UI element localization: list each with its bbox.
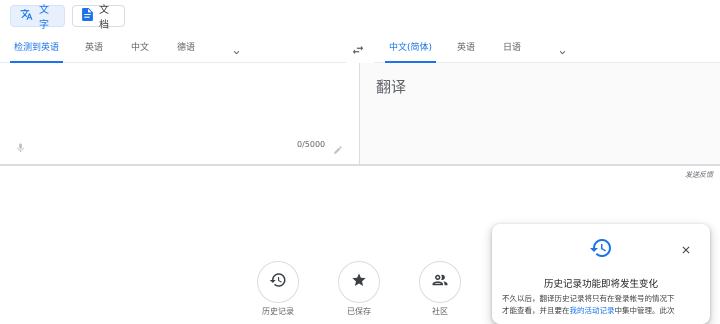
swap-languages-icon[interactable] xyxy=(351,42,365,61)
source-language-bar: 检测到英语 英语 中文 德语 xyxy=(0,35,346,63)
target-lang-tab-english[interactable]: 英语 xyxy=(457,35,475,62)
text-mode-button[interactable]: 文字 xyxy=(10,5,65,31)
popup-line-2-suffix: 中集中管理。此次 xyxy=(614,306,675,315)
source-lang-tab-detected[interactable]: 检测到英语 xyxy=(9,35,64,63)
translate-icon xyxy=(20,8,33,24)
history-icon xyxy=(589,236,613,264)
mode-bar: 文字 文档 xyxy=(0,0,720,34)
translation-placeholder: 翻译 xyxy=(376,78,407,96)
history-change-notice: 历史记录功能即将发生变化 不久以后，翻译历史记录将只有在登录帐号的情况下 才能查… xyxy=(492,224,710,324)
history-icon xyxy=(269,271,287,293)
character-count: 0/5000 xyxy=(297,140,326,149)
chevron-down-icon[interactable] xyxy=(557,43,568,62)
popup-body: 不久以后，翻译历史记录将只有在登录帐号的情况下 才能查看，并且要在我的活动记录中… xyxy=(502,293,702,317)
document-icon xyxy=(82,8,93,24)
star-icon xyxy=(351,272,367,292)
send-feedback-link[interactable]: 发送反馈 xyxy=(685,170,713,180)
community-button[interactable] xyxy=(419,261,461,303)
community-icon xyxy=(431,271,449,293)
translation-output-area xyxy=(360,63,720,164)
target-language-bar: 中文(简体) 英语 日语 xyxy=(374,35,720,63)
history-button[interactable] xyxy=(257,261,299,303)
chevron-down-icon[interactable] xyxy=(231,43,242,62)
saved-button[interactable] xyxy=(338,261,380,303)
target-lang-tab-japanese[interactable]: 日语 xyxy=(503,35,521,62)
document-mode-label: 文档 xyxy=(99,5,109,31)
close-icon[interactable] xyxy=(680,241,692,260)
popup-line-2-prefix: 才能查看，并且要在 xyxy=(502,306,570,315)
saved-label: 已保存 xyxy=(347,307,371,316)
source-lang-tab-english[interactable]: 英语 xyxy=(85,35,103,62)
pencil-icon[interactable] xyxy=(333,140,343,159)
document-mode-button[interactable]: 文档 xyxy=(72,5,125,31)
popup-line-1: 不久以后，翻译历史记录将只有在登录帐号的情况下 xyxy=(502,294,675,303)
my-activity-link[interactable]: 我的活动记录 xyxy=(570,306,615,315)
text-mode-label: 文字 xyxy=(39,5,49,31)
popup-line-2: 才能查看，并且要在我的活动记录中集中管理。此次 xyxy=(502,305,702,317)
microphone-icon[interactable] xyxy=(15,139,26,158)
history-label: 历史记录 xyxy=(262,307,294,316)
community-label: 社区 xyxy=(432,307,448,316)
source-lang-tab-chinese[interactable]: 中文 xyxy=(131,35,149,62)
panels-divider xyxy=(0,164,720,166)
popup-title: 历史记录功能即将发生变化 xyxy=(543,279,658,290)
source-lang-tab-german[interactable]: 德语 xyxy=(177,35,195,62)
target-lang-tab-chinese-simplified[interactable]: 中文(简体) xyxy=(384,35,437,63)
